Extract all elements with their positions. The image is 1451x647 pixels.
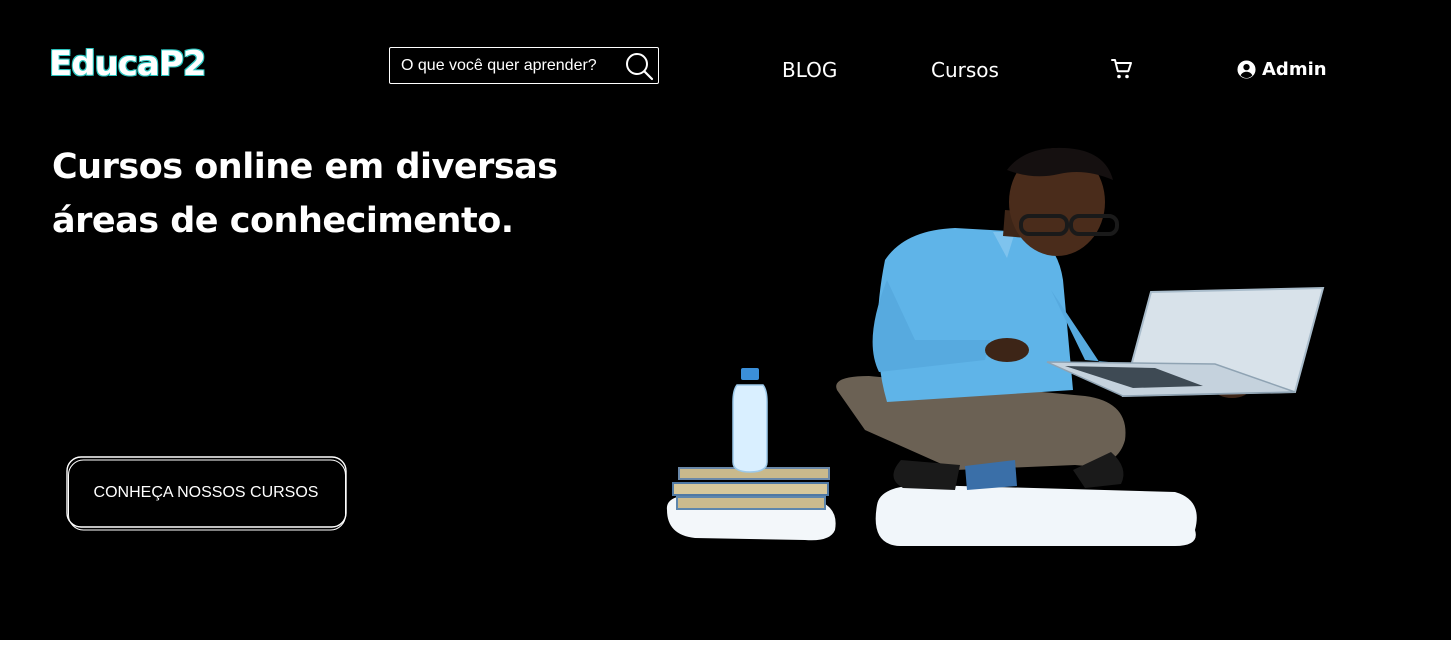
page: EducaP2 BLOG Cursos Admin Cursos online … xyxy=(0,0,1451,640)
search-bar xyxy=(389,47,659,84)
user-circle-icon xyxy=(1237,60,1256,79)
hero-title: Cursos online em diversas áreas de conhe… xyxy=(52,147,558,241)
search-icon[interactable] xyxy=(624,51,654,81)
nav-blog-link[interactable]: BLOG xyxy=(782,58,837,82)
nav-cursos-link[interactable]: Cursos xyxy=(931,58,999,82)
user-name: Admin xyxy=(1262,59,1327,80)
user-menu[interactable]: Admin xyxy=(1237,59,1327,80)
explore-courses-button[interactable]: CONHEÇA NOSSOS CURSOS xyxy=(66,456,347,531)
student-with-laptop-illustration xyxy=(666,147,1325,546)
search-input[interactable] xyxy=(390,48,621,83)
explore-courses-label: CONHEÇA NOSSOS CURSOS xyxy=(93,484,319,501)
shopping-cart-icon[interactable] xyxy=(1110,57,1134,81)
logo[interactable]: EducaP2 xyxy=(49,44,206,84)
